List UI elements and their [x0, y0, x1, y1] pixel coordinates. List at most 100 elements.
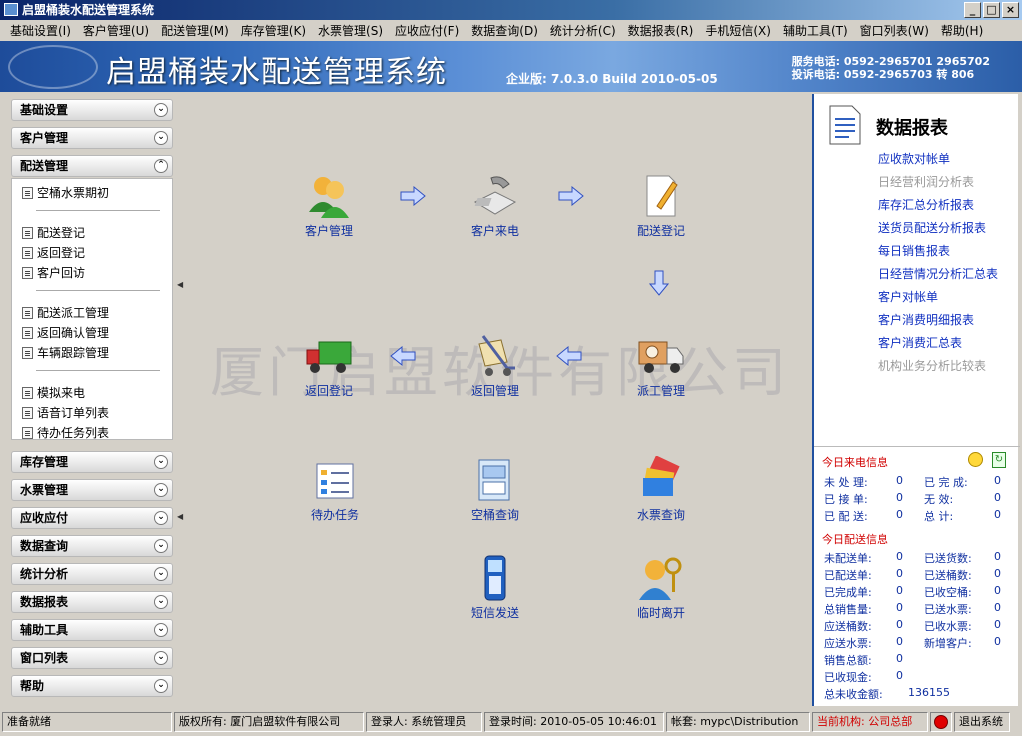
report-link[interactable]: 应收款对帐单 — [878, 150, 950, 167]
sidebar-item-todo[interactable]: 待办任务列表 — [22, 424, 109, 441]
menu-water-ticket[interactable]: 水票管理(S) — [312, 22, 389, 39]
report-link[interactable]: 客户消费汇总表 — [878, 334, 962, 351]
menu-customer[interactable]: 客户管理(U) — [77, 22, 155, 39]
stop-icon[interactable] — [930, 712, 952, 732]
menu-statistics[interactable]: 统计分析(C) — [544, 22, 622, 39]
water-ticket-query-button[interactable]: 水票查询 — [616, 455, 706, 523]
customer-call-button[interactable]: 客户来电 — [450, 172, 540, 239]
menu-help[interactable]: 帮助(H) — [935, 22, 989, 39]
document-icon — [22, 426, 33, 439]
sidebar-group-basic[interactable]: 基础设置 ⌄ — [11, 99, 173, 121]
sidebar-group-tools[interactable]: 辅助工具 ⌄ — [11, 619, 173, 641]
report-link[interactable]: 客户消费明细报表 — [878, 311, 974, 328]
status-ready: 准备就绪 — [2, 712, 172, 732]
delivery-stat-value: 0 — [896, 584, 903, 597]
return-management-button[interactable]: 返回管理 — [450, 332, 540, 399]
report-link[interactable]: 客户对帐单 — [878, 288, 938, 305]
call-total-label: 总 计: — [924, 510, 954, 523]
report-document-icon — [829, 105, 861, 145]
sidebar-group-delivery[interactable]: 配送管理 ⌃ — [11, 155, 173, 177]
sidebar-group-inventory[interactable]: 库存管理 ⌄ — [11, 451, 173, 473]
delivery-submenu: 空桶水票期初 配送登记 返回登记 客户回访 配送派工管理 返回确认管理 车辆跟踪… — [11, 178, 173, 440]
collapse-left-icon[interactable]: ◀ — [177, 512, 183, 521]
temporary-leave-button[interactable]: 临时离开 — [616, 554, 706, 621]
menu-basic-settings[interactable]: 基础设置(I) — [4, 22, 77, 39]
sms-send-button[interactable]: 短信发送 — [450, 554, 540, 621]
banner: 启盟桶装水配送管理系统 企业版: 7.0.3.0 Build 2010-05-0… — [0, 41, 1022, 92]
sidebar-item-dispatch[interactable]: 配送派工管理 — [22, 304, 109, 321]
sidebar-item-return-reg[interactable]: 返回登记 — [22, 244, 85, 261]
sidebar-item-vehicle-track[interactable]: 车辆跟踪管理 — [22, 344, 109, 361]
menu-inventory[interactable]: 库存管理(K) — [235, 22, 312, 39]
menu-window[interactable]: 窗口列表(W) — [854, 22, 935, 39]
maximize-button[interactable]: □ — [983, 2, 1000, 18]
menu-sms[interactable]: 手机短信(X) — [699, 22, 777, 39]
menu-tools[interactable]: 辅助工具(T) — [777, 22, 854, 39]
sidebar-group-reports[interactable]: 数据报表 ⌄ — [11, 591, 173, 613]
status-login-user: 登录人: 系统管理员 — [366, 712, 482, 732]
arrow-right-icon — [558, 186, 584, 206]
call-accepted-label: 已 接 单: — [824, 493, 868, 506]
close-button[interactable]: × — [1002, 2, 1019, 18]
delivery-registration-button[interactable]: 配送登记 — [616, 172, 706, 239]
menu-delivery[interactable]: 配送管理(M) — [155, 22, 235, 39]
sidebar-item-return-confirm[interactable]: 返回确认管理 — [22, 324, 109, 341]
call-delivered-value: 0 — [896, 508, 903, 521]
collapse-left-icon[interactable]: ◀ — [177, 280, 183, 289]
sidebar-group-help[interactable]: 帮助 ⌄ — [11, 675, 173, 697]
hand-cart-icon — [471, 332, 519, 380]
menu-reports[interactable]: 数据报表(R) — [622, 22, 700, 39]
today-delivery-title: 今日配送信息 — [822, 533, 888, 546]
today-calls-title: 今日来电信息 — [822, 456, 888, 469]
call-unprocessed-label: 未 处 理: — [824, 476, 868, 489]
delivery-stat-label: 应送水票: — [824, 637, 872, 650]
todo-tasks-button[interactable]: 待办任务 — [290, 456, 380, 523]
chevron-down-icon: ⌄ — [154, 679, 168, 693]
window-title: 启盟桶装水配送管理系统 — [22, 3, 155, 17]
refresh-icon[interactable]: ↻ — [992, 452, 1006, 468]
delivery-stat-label: 新增客户: — [924, 637, 972, 650]
sidebar-item-sim-call[interactable]: 模拟来电 — [22, 384, 85, 401]
menu-query[interactable]: 数据查询(D) — [465, 22, 544, 39]
report-link[interactable]: 每日销售报表 — [878, 242, 950, 259]
sidebar-item-delivery-reg[interactable]: 配送登记 — [22, 224, 85, 241]
cash-label: 已收现金: — [824, 671, 872, 684]
menu-receivable[interactable]: 应收应付(F) — [389, 22, 465, 39]
exit-system-button[interactable]: 退出系统 — [954, 712, 1010, 732]
sidebar-splitter[interactable]: ◀ ◀ — [176, 94, 184, 706]
document-icon — [22, 306, 33, 319]
delivery-stat-label: 已送桶数: — [924, 569, 972, 582]
sidebar-item-initial[interactable]: 空桶水票期初 — [22, 184, 109, 201]
chevron-down-icon: ⌄ — [154, 623, 168, 637]
reports-title: 数据报表 — [876, 118, 948, 139]
document-icon — [22, 406, 33, 419]
minimize-button[interactable]: _ — [964, 2, 981, 18]
status-account: 帐套: mypc\Distribution — [666, 712, 810, 732]
empty-bucket-query-button[interactable]: 空桶查询 — [450, 456, 540, 523]
smiley-icon[interactable] — [968, 452, 983, 467]
sidebar-group-receivable[interactable]: 应收应付 ⌄ — [11, 507, 173, 529]
contact-phones: 服务电话: 0592-2965701 2965702 投诉电话: 0592-29… — [792, 55, 990, 81]
sales-total-value: 0 — [896, 652, 903, 665]
status-login-time: 登录时间: 2010-05-05 10:46:01 — [484, 712, 664, 732]
report-link[interactable]: 日经营情况分析汇总表 — [878, 265, 998, 282]
dispatch-management-button[interactable]: 派工管理 — [616, 332, 706, 399]
sidebar-group-query[interactable]: 数据查询 ⌄ — [11, 535, 173, 557]
sidebar-group-statistics[interactable]: 统计分析 ⌄ — [11, 563, 173, 585]
sidebar-group-customer[interactable]: 客户管理 ⌄ — [11, 127, 173, 149]
customer-management-button[interactable]: 客户管理 — [284, 172, 374, 239]
report-link[interactable]: 库存汇总分析报表 — [878, 196, 974, 213]
sidebar-item-revisit[interactable]: 客户回访 — [22, 264, 85, 281]
delivery-stat-value: 0 — [896, 635, 903, 648]
delivery-stat-label: 未配送单: — [824, 552, 872, 565]
sidebar-group-window[interactable]: 窗口列表 ⌄ — [11, 647, 173, 669]
status-bar: 准备就绪 版权所有: 厦门启盟软件有限公司 登录人: 系统管理员 登录时间: 2… — [0, 710, 1022, 734]
status-current-org: 当前机构: 公司总部 — [812, 712, 928, 732]
return-registration-button[interactable]: 返回登记 — [284, 332, 374, 399]
call-unprocessed-value: 0 — [896, 474, 903, 487]
sidebar-item-voice-orders[interactable]: 语音订单列表 — [22, 404, 109, 421]
delivery-stat-label: 已收水票: — [924, 620, 972, 633]
divider — [36, 210, 160, 211]
report-link[interactable]: 送货员配送分析报表 — [878, 219, 986, 236]
sidebar-group-ticket[interactable]: 水票管理 ⌄ — [11, 479, 173, 501]
